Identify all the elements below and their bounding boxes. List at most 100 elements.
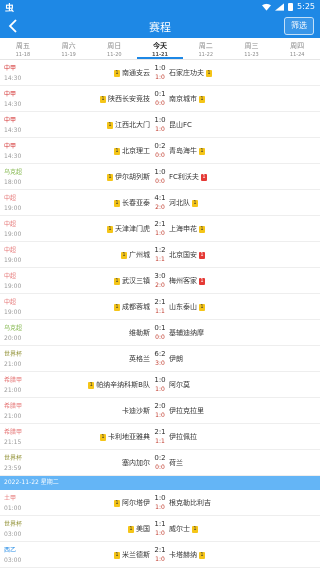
match-row[interactable]: 中超 19:00 1 天津津门虎 2:1 1:0 上海申花 1 <box>0 216 320 242</box>
red-card-badge: 1 <box>199 277 205 285</box>
kickoff-time: 03:00 <box>4 531 22 538</box>
league-label: 世界杯 <box>4 351 23 358</box>
home-team-name: 卡利地亚雅典 <box>108 433 150 441</box>
match-row[interactable]: 世界杯 03:00 1 美国 1:1 1:0 威尔士 1 <box>0 516 320 542</box>
score: 0:2 0:0 <box>152 141 168 161</box>
kickoff-time: 20:00 <box>4 335 22 342</box>
tab-date-label: 11-20 <box>107 52 122 58</box>
tab-day-3[interactable]: 周日 11-20 <box>91 38 137 59</box>
full-time-score: 1:2 <box>154 246 166 254</box>
half-time-score: 0:0 <box>155 152 165 159</box>
score: 1:2 1:1 <box>152 245 168 265</box>
half-time-score: 0:0 <box>155 334 165 341</box>
yellow-card-badge: 1 <box>206 69 212 77</box>
kickoff-time: 14:30 <box>4 153 22 160</box>
full-time-score: 0:1 <box>154 324 166 332</box>
kickoff-time: 14:30 <box>4 75 22 82</box>
match-row[interactable]: 西乙 03:00 1 米兰德斯 2:1 1:0 卡塔赫纳 1 <box>0 542 320 568</box>
match-row[interactable]: 中甲 14:30 1 江西北大门 1:0 1:0 昆山FC <box>0 112 320 138</box>
away-team: 上海申花 1 <box>169 224 205 234</box>
half-time-score: 1:1 <box>155 438 165 445</box>
home-team-name: 北京理工 <box>122 147 150 155</box>
match-row[interactable]: 希腊甲 21:00 卡迪沙斯 2:0 1:0 伊拉克拉里 <box>0 398 320 424</box>
home-team: 1 成都蓉城 <box>114 302 150 312</box>
match-row[interactable]: 中超 19:00 1 成都蓉城 2:1 1:1 山东泰山 1 <box>0 294 320 320</box>
match-row[interactable]: 乌克超 18:00 1 伊尔胡列斯 1:0 0:0 FC利沃夫 1 <box>0 164 320 190</box>
match-row[interactable]: 乌克超 20:00 维勒斯 0:1 0:0 基辅迪纳摩 <box>0 320 320 346</box>
match-row[interactable]: 希腊甲 21:15 1 卡利地亚雅典 2:1 1:1 伊拉佩拉 <box>0 424 320 450</box>
score: 1:1 1:0 <box>152 519 168 539</box>
tab-day-6[interactable]: 周三 11-23 <box>229 38 275 59</box>
kickoff-time: 03:00 <box>4 557 22 564</box>
home-team-name: 塞内加尔 <box>122 459 150 467</box>
kickoff-time: 21:00 <box>4 413 22 420</box>
tab-day-label: 今天 <box>153 42 168 50</box>
match-row[interactable]: 中甲 14:30 1 陕西长安竞技 0:1 0:0 南京城市 1 <box>0 86 320 112</box>
home-team-name: 江西北大门 <box>115 121 150 129</box>
score: 0:2 0:0 <box>152 453 168 473</box>
yellow-card-badge: 1 <box>199 303 205 311</box>
day-tabs: 周五 11-18 周六 11-19 周日 11-20 今天 11-21 周二 11-22 … <box>0 38 320 60</box>
half-time-score: 1:0 <box>155 386 165 393</box>
yellow-card-badge: 1 <box>107 173 113 181</box>
match-row[interactable]: 世界杯 23:59 塞内加尔 0:2 0:0 荷兰 <box>0 450 320 476</box>
half-time-score: 1:0 <box>155 230 165 237</box>
match-row[interactable]: 希腊甲 21:00 1 帕纳辛纳科斯B队 1:0 1:0 阿尔莫 <box>0 372 320 398</box>
score: 4:1 2:0 <box>152 193 168 213</box>
full-time-score: 1:0 <box>154 168 166 176</box>
match-row[interactable]: 土甲 01:00 1 阿尔塔伊 1:0 1:0 根克勒比利吉 <box>0 490 320 516</box>
yellow-card-badge: 1 <box>128 525 134 533</box>
home-team: 塞内加尔 <box>122 458 150 468</box>
home-team-name: 广州城 <box>129 251 150 259</box>
match-row[interactable]: 中甲 14:30 1 南通支云 1:0 1:0 石家庄功夫 1 <box>0 60 320 86</box>
match-row[interactable]: 中超 19:00 1 长春亚泰 4:1 2:0 河北队 1 <box>0 190 320 216</box>
match-row[interactable]: 中超 19:00 1 广州城 1:2 1:1 北京国安 1 <box>0 242 320 268</box>
away-team-name: 青岛海牛 <box>169 147 197 155</box>
yellow-card-badge: 1 <box>192 199 198 207</box>
away-team-name: 梅州客家 <box>169 277 197 285</box>
score: 2:1 1:1 <box>152 427 168 447</box>
full-time-score: 3:0 <box>154 272 166 280</box>
home-team-name: 成都蓉城 <box>122 303 150 311</box>
tab-day-5[interactable]: 周二 11-22 <box>183 38 229 59</box>
half-time-score: 1:0 <box>155 126 165 133</box>
match-row[interactable]: 中超 19:00 1 武汉三镇 3:0 2:0 梅州客家 1 <box>0 268 320 294</box>
yellow-card-badge: 1 <box>121 251 127 259</box>
yellow-card-badge: 1 <box>114 303 120 311</box>
app-notification-icon: 虫 <box>5 4 15 14</box>
yellow-card-badge: 1 <box>199 147 205 155</box>
tab-day-2[interactable]: 周六 11-19 <box>46 38 92 59</box>
tab-day-7[interactable]: 周四 11-24 <box>274 38 320 59</box>
home-team: 1 陕西长安竞技 <box>100 94 150 104</box>
yellow-card-badge: 1 <box>114 69 120 77</box>
tab-day-1[interactable]: 周五 11-18 <box>0 38 46 59</box>
tab-day-label: 周五 <box>15 42 30 50</box>
away-team-name: 阿尔莫 <box>169 381 190 389</box>
away-team: 阿尔莫 <box>169 380 190 390</box>
score: 1:0 1:0 <box>152 493 168 513</box>
away-team: FC利沃夫 1 <box>169 172 207 182</box>
yellow-card-badge: 1 <box>107 121 113 129</box>
away-team: 昆山FC <box>169 120 192 130</box>
away-team: 南京城市 1 <box>169 94 205 104</box>
match-row[interactable]: 世界杯 21:00 英格兰 6:2 3:0 伊朗 <box>0 346 320 372</box>
yellow-card-badge: 1 <box>114 147 120 155</box>
league-label: 世界杯 <box>4 455 23 462</box>
away-team-name: 北京国安 <box>169 251 197 259</box>
match-row[interactable]: 中甲 14:30 1 北京理工 0:2 0:0 青岛海牛 1 <box>0 138 320 164</box>
filter-button[interactable]: 筛选 <box>284 17 314 35</box>
full-time-score: 0:2 <box>154 454 166 462</box>
score: 3:0 2:0 <box>152 271 168 291</box>
league-label: 希腊甲 <box>4 377 23 384</box>
league-label: 中甲 <box>4 91 17 98</box>
home-team-name: 南通支云 <box>122 69 150 77</box>
home-team: 1 北京理工 <box>114 146 150 156</box>
away-team-name: 上海申花 <box>169 225 197 233</box>
home-team-name: 帕纳辛纳科斯B队 <box>96 381 150 389</box>
away-team-name: 荷兰 <box>169 459 183 467</box>
score: 1:0 1:0 <box>152 375 168 395</box>
yellow-card-badge: 1 <box>114 277 120 285</box>
score: 2:1 1:0 <box>152 545 168 565</box>
tab-today[interactable]: 今天 11-21 <box>137 38 183 59</box>
full-time-score: 1:1 <box>154 520 166 528</box>
